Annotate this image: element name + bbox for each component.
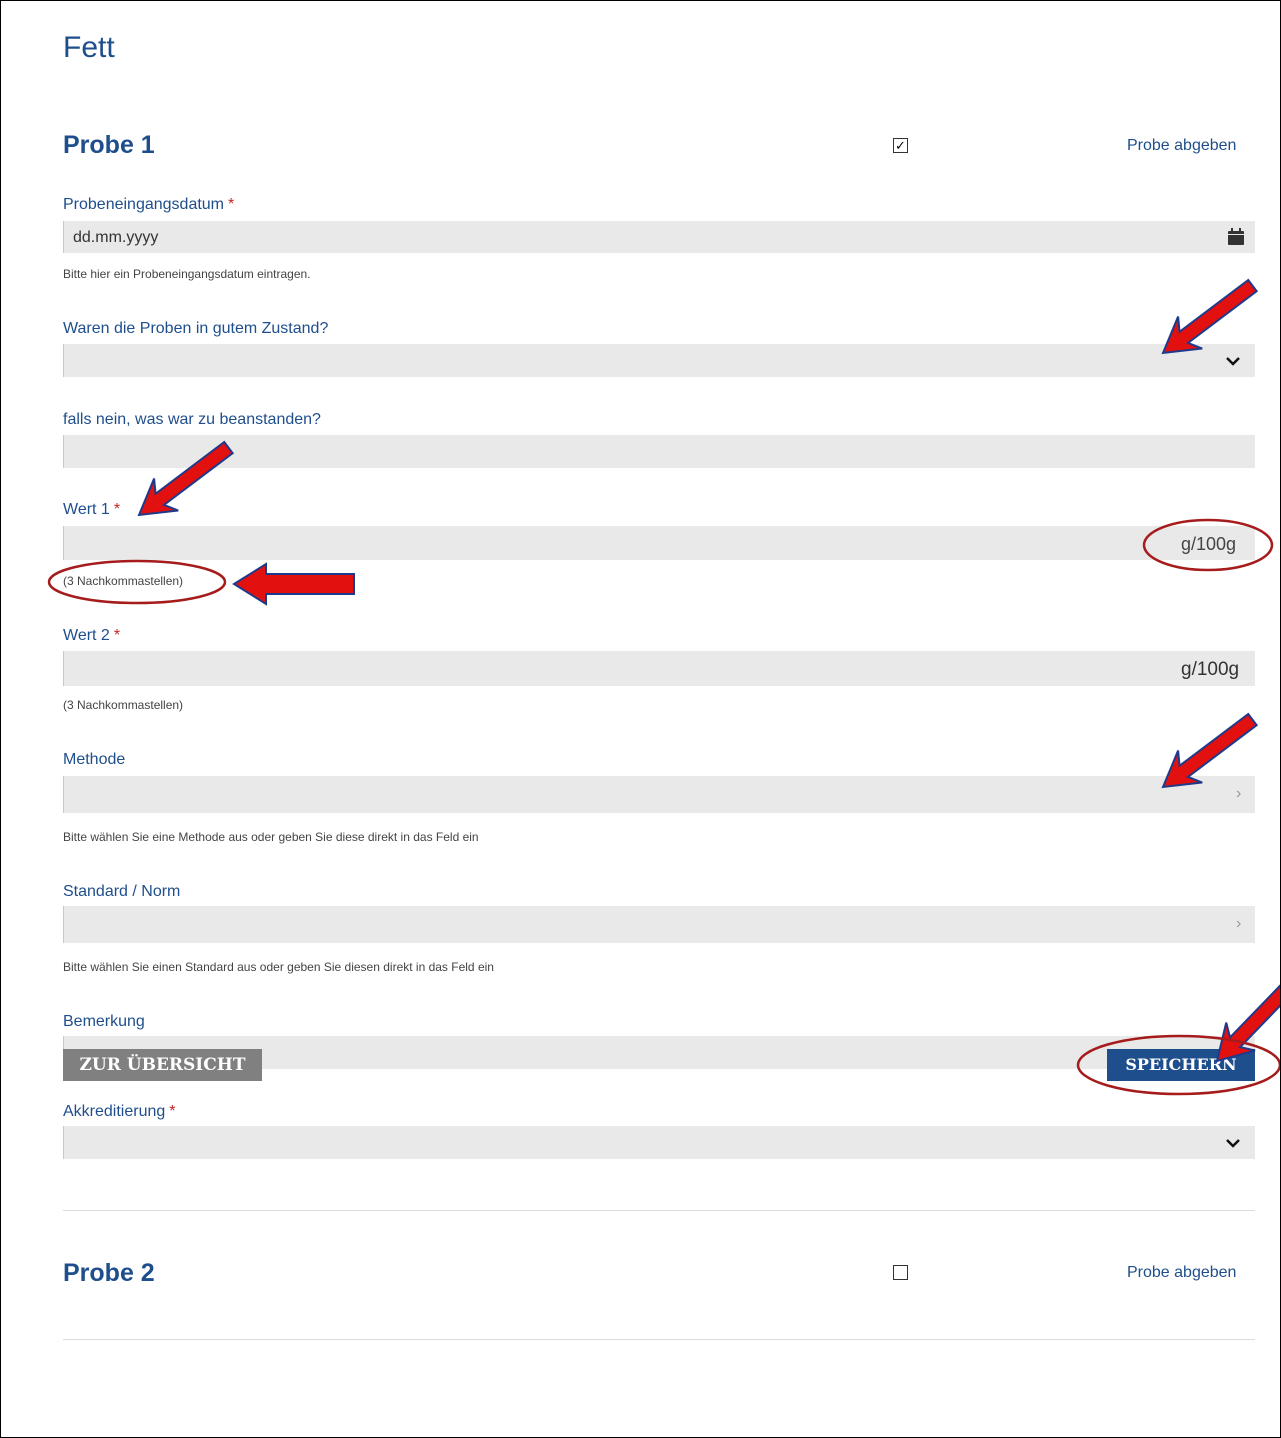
annotation-arrow-condition [1149, 268, 1266, 370]
annotation-ellipse-save [1076, 1034, 1280, 1096]
annotation-arrow-save [1201, 965, 1280, 1076]
form-page: Fett Probe 1 ✓ Probe abgeben Probeneinga… [0, 0, 1281, 1438]
annotation-arrow-wert1 [125, 430, 242, 532]
annotation-ellipse-hint [47, 559, 227, 605]
annotation-overlay [47, 268, 1280, 1096]
annotation-arrow-hint [232, 562, 355, 606]
annotation-ellipse-unit [1142, 518, 1274, 572]
annotation-arrow-method [1149, 702, 1266, 804]
